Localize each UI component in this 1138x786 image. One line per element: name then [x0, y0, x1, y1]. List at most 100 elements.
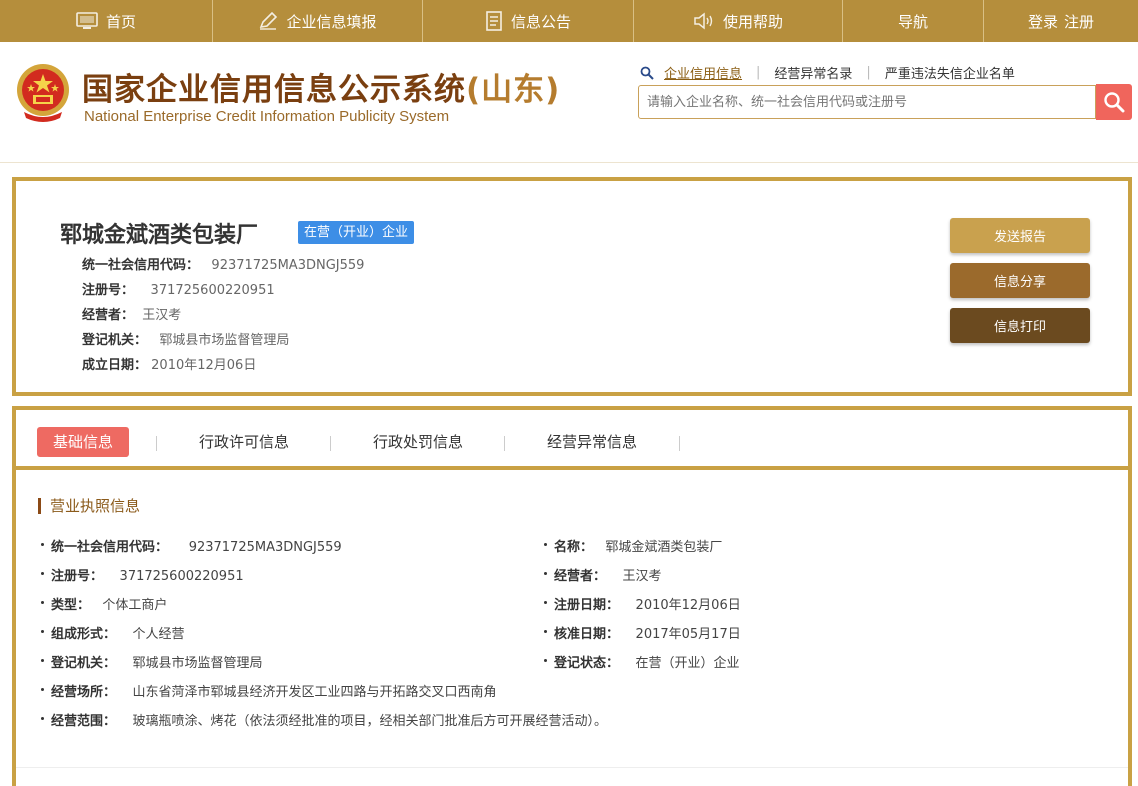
print-info-button[interactable]: 信息打印	[950, 308, 1090, 343]
nav-help-label: 使用帮助	[722, 12, 783, 31]
summary-value: 371725600220951	[150, 283, 275, 298]
company-name: 郓城金斌酒类包装厂	[60, 223, 259, 248]
tab-abnormal[interactable]: 经营异常信息	[547, 427, 637, 457]
field-value: 郓城金斌酒类包装厂	[605, 540, 723, 555]
site-header: 国家企业信用信息公示系统(山东) National Enterprise Cre…	[0, 42, 1138, 163]
field-key: 统一社会信用代码：	[51, 540, 169, 555]
register-link[interactable]: 注册	[1064, 11, 1094, 32]
field-form: 组成形式： 个人经营	[41, 623, 185, 642]
nav-notice-label: 信息公告	[510, 12, 571, 31]
bullet-icon	[544, 659, 547, 662]
login-link[interactable]: 登录	[1028, 11, 1058, 32]
field-value: 山东省菏泽市郓城县经济开发区工业四路与开拓路交叉口西南角	[132, 685, 497, 700]
bullet-icon	[544, 601, 547, 604]
pencil-icon	[258, 12, 278, 30]
search-input[interactable]	[638, 85, 1096, 119]
summary-value: 王汉考	[142, 308, 182, 323]
bullet-icon	[41, 601, 44, 604]
summary-key: 注册号：	[82, 283, 135, 298]
summary-row-established: 成立日期： 2010年12月06日	[82, 354, 256, 373]
nav-account: 登录 注册	[984, 0, 1138, 42]
field-name: 名称： 郓城金斌酒类包装厂	[544, 536, 722, 555]
field-value: 玻璃瓶喷涂、烤花（依法须经批准的项目，经相关部门批准后方可开展经营活动）。	[132, 714, 608, 729]
field-key: 类型：	[51, 598, 91, 613]
tab-basic-info[interactable]: 基础信息	[37, 427, 130, 457]
site-title-en: National Enterprise Credit Information P…	[84, 108, 450, 125]
nav-help[interactable]: 使用帮助	[634, 0, 843, 42]
summary-row-credit-code: 统一社会信用代码： 92371725MA3DNGJ559	[82, 254, 364, 273]
site-title-cn: 国家企业信用信息公示系统(山东)	[82, 64, 560, 109]
detail-tabs: 基础信息 行政许可信息 行政处罚信息 经营异常信息	[16, 410, 1128, 470]
summary-value: 郓城县市场监督管理局	[159, 333, 290, 348]
field-value: 在营（开业）企业	[635, 656, 740, 671]
search-small-icon	[640, 66, 654, 80]
bullet-icon	[544, 630, 547, 633]
field-value: 2017年05月17日	[635, 627, 741, 642]
bullet-icon	[41, 572, 44, 575]
field-key: 注册号：	[51, 569, 104, 584]
nav-fill-label: 企业信息填报	[286, 12, 377, 31]
share-info-button[interactable]: 信息分享	[950, 263, 1090, 298]
nav-guide-label: 导航	[897, 12, 928, 31]
bullet-icon	[41, 659, 44, 662]
field-value: 92371725MA3DNGJ559	[188, 540, 342, 555]
field-key: 核准日期：	[554, 627, 620, 642]
link-separator: |	[756, 65, 761, 80]
nav-fill[interactable]: 企业信息填报	[213, 0, 423, 42]
summary-row-authority: 登记机关： 郓城县市场监督管理局	[82, 329, 289, 348]
monitor-icon	[76, 12, 98, 30]
summary-value: 92371725MA3DNGJ559	[211, 258, 365, 273]
field-type: 类型： 个体工商户	[41, 594, 167, 613]
link-separator: |	[866, 65, 871, 80]
tab-separator	[679, 436, 680, 451]
summary-key: 成立日期：	[82, 358, 148, 373]
link-credit-info[interactable]: 企业信用信息	[664, 63, 742, 82]
field-key: 登记机关：	[51, 656, 117, 671]
top-nav: 首页 企业信息填报 信息公告 使用帮助 导航 登录 注册	[0, 0, 1138, 42]
nav-home[interactable]: 首页	[0, 0, 213, 42]
bullet-icon	[41, 717, 44, 720]
field-value: 个人经营	[132, 627, 185, 642]
summary-key: 统一社会信用代码：	[82, 258, 200, 273]
field-operator: 经营者： 王汉考	[544, 565, 662, 584]
summary-key: 经营者：	[82, 308, 135, 323]
field-value: 2010年12月06日	[635, 598, 741, 613]
title-province: (山东)	[466, 72, 561, 108]
send-report-button[interactable]: 发送报告	[950, 218, 1090, 253]
link-abnormal-list[interactable]: 经营异常名录	[774, 63, 852, 82]
field-value: 郓城县市场监督管理局	[132, 656, 263, 671]
status-badge: 在营（开业）企业	[298, 221, 415, 244]
tab-separator	[156, 436, 157, 451]
field-approve-date: 核准日期： 2017年05月17日	[544, 623, 741, 642]
section-title: 营业执照信息	[38, 498, 140, 514]
field-value: 王汉考	[622, 569, 662, 584]
tab-permits[interactable]: 行政许可信息	[199, 427, 289, 457]
summary-key: 登记机关：	[82, 333, 148, 348]
quick-links: 企业信用信息 | 经营异常名录 | 严重违法失信企业名单	[640, 63, 1015, 82]
detail-panel: 基础信息 行政许可信息 行政处罚信息 经营异常信息 营业执照信息 统一社会信用代…	[12, 406, 1132, 786]
search-button[interactable]	[1096, 84, 1132, 120]
field-reg-no: 注册号： 371725600220951	[41, 565, 244, 584]
field-key: 注册日期：	[554, 598, 620, 613]
nav-home-label: 首页	[105, 12, 136, 31]
title-main: 国家企业信用信息公示系统	[82, 72, 466, 108]
field-scope: 经营范围： 玻璃瓶喷涂、烤花（依法须经批准的项目，经相关部门批准后方可开展经营活…	[41, 710, 607, 729]
field-address: 经营场所： 山东省菏泽市郓城县经济开发区工业四路与开拓路交叉口西南角	[41, 681, 497, 700]
tab-separator	[504, 436, 505, 451]
bullet-icon	[41, 630, 44, 633]
bullet-icon	[544, 572, 547, 575]
search-icon	[1104, 92, 1125, 113]
link-blacklist[interactable]: 严重违法失信企业名单	[885, 63, 1015, 82]
speaker-icon	[693, 12, 715, 30]
bullet-icon	[41, 543, 44, 546]
field-key: 名称：	[554, 540, 594, 555]
tab-separator	[330, 436, 331, 451]
field-authority: 登记机关： 郓城县市场监督管理局	[41, 652, 263, 671]
field-reg-status: 登记状态： 在营（开业）企业	[544, 652, 740, 671]
nav-notice[interactable]: 信息公告	[423, 0, 634, 42]
national-emblem-icon	[14, 62, 72, 124]
document-icon	[485, 11, 503, 31]
nav-guide[interactable]: 导航	[843, 0, 984, 42]
tab-penalties[interactable]: 行政处罚信息	[373, 427, 463, 457]
summary-row-reg-no: 注册号： 371725600220951	[82, 279, 275, 298]
